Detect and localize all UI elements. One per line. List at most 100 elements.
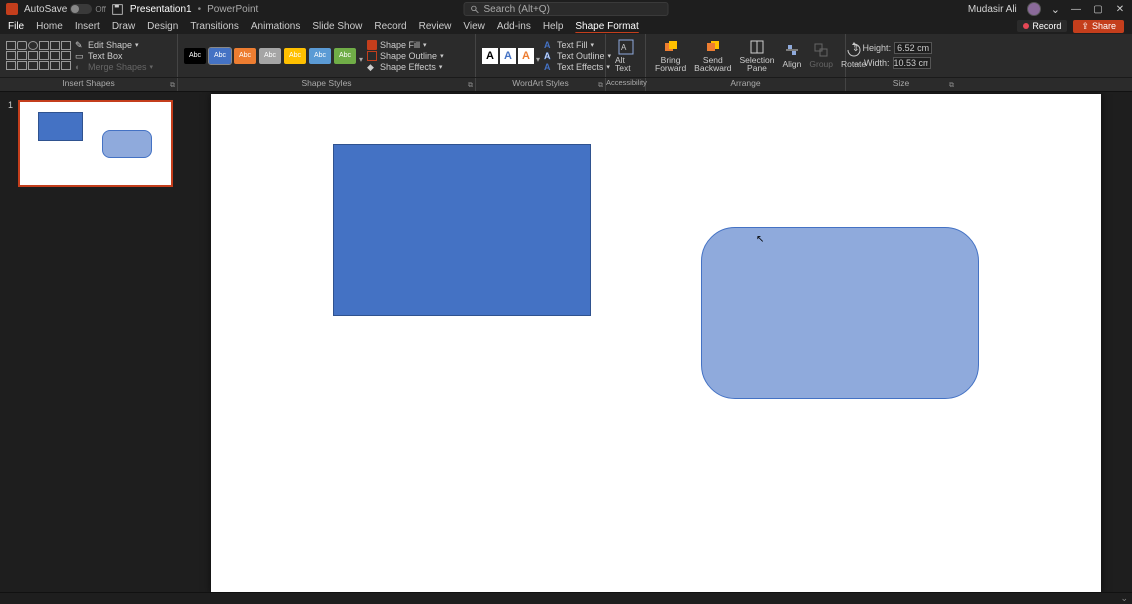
- user-name[interactable]: Mudasir Ali: [968, 4, 1017, 15]
- wordart-swatch-1[interactable]: A: [500, 48, 516, 64]
- text-outline-icon: A: [544, 51, 554, 61]
- user-avatar[interactable]: [1027, 2, 1041, 16]
- record-dot-icon: [1023, 23, 1029, 29]
- tab-animations[interactable]: Animations: [251, 21, 300, 32]
- wordart-swatch-2[interactable]: A: [518, 48, 534, 64]
- maximize-button[interactable]: ▢: [1092, 3, 1104, 15]
- group-button: Group: [806, 42, 836, 69]
- label-accessibility: Accessibility: [606, 78, 646, 91]
- text-box-icon: ▭: [75, 51, 85, 61]
- tab-record[interactable]: Record: [374, 21, 406, 32]
- style-swatch-5[interactable]: Abc: [309, 48, 331, 64]
- text-effects-icon: A: [544, 62, 554, 72]
- selection-pane-icon: [749, 39, 765, 55]
- style-swatch-2[interactable]: Abc: [234, 48, 256, 64]
- title-bar: AutoSave Off Presentation1 • PowerPoint …: [0, 0, 1132, 18]
- label-size: Size⧉: [846, 78, 956, 91]
- tab-help[interactable]: Help: [543, 21, 564, 32]
- send-backward-button[interactable]: Send Backward: [691, 39, 734, 73]
- tab-shape-format[interactable]: Shape Format: [575, 21, 638, 32]
- tab-design[interactable]: Design: [147, 21, 178, 32]
- search-icon: [471, 5, 480, 14]
- wordart-gallery[interactable]: A A A ▾: [482, 48, 540, 64]
- style-swatch-6[interactable]: Abc: [334, 48, 356, 64]
- share-button[interactable]: ⇪Share: [1073, 20, 1124, 33]
- tab-draw[interactable]: Draw: [112, 21, 135, 32]
- ribbon-tabs: File Home Insert Draw Design Transitions…: [0, 18, 1132, 34]
- tab-transitions[interactable]: Transitions: [190, 21, 239, 32]
- close-button[interactable]: ✕: [1114, 3, 1126, 15]
- style-swatch-4[interactable]: Abc: [284, 48, 306, 64]
- group-icon: [813, 42, 829, 58]
- selection-pane-button[interactable]: Selection Pane: [737, 39, 778, 73]
- toggle-switch-icon[interactable]: [70, 4, 92, 14]
- search-placeholder: Search (Alt+Q): [484, 4, 550, 15]
- tab-review[interactable]: Review: [419, 21, 452, 32]
- share-icon: ⇪: [1081, 21, 1089, 32]
- shape-effects-button[interactable]: ◆Shape Effects ▾: [367, 62, 444, 72]
- tab-view[interactable]: View: [463, 21, 485, 32]
- tab-slide-show[interactable]: Slide Show: [312, 21, 362, 32]
- outline-icon: [367, 51, 377, 61]
- text-outline-button[interactable]: AText Outline ▾: [544, 51, 611, 61]
- document-title[interactable]: Presentation1: [130, 4, 192, 15]
- text-box-button[interactable]: ▭Text Box: [75, 51, 153, 61]
- tab-addins[interactable]: Add-ins: [497, 21, 531, 32]
- alt-text-button[interactable]: A Alt Text: [612, 39, 639, 73]
- width-input[interactable]: [893, 57, 931, 69]
- dialog-launcher-icon[interactable]: ⧉: [949, 82, 954, 90]
- dialog-launcher-icon[interactable]: ⧉: [170, 82, 175, 90]
- ribbon-group-labels: Insert Shapes⧉ Shape Styles⧉ WordArt Sty…: [0, 78, 1132, 92]
- tab-file[interactable]: File: [8, 21, 24, 32]
- powerpoint-icon: [6, 3, 18, 15]
- bring-forward-icon: [663, 39, 679, 55]
- align-icon: [784, 42, 800, 58]
- minimize-button[interactable]: —: [1070, 3, 1082, 15]
- search-box[interactable]: Search (Alt+Q): [464, 2, 669, 16]
- text-effects-button[interactable]: AText Effects ▾: [544, 62, 611, 72]
- fill-icon: [367, 40, 377, 50]
- thumbnail-preview[interactable]: [18, 100, 173, 187]
- status-bar: [0, 592, 1132, 604]
- svg-text:A: A: [621, 43, 627, 52]
- slide[interactable]: ↖: [211, 94, 1101, 592]
- height-control[interactable]: ⇕ Height:: [852, 42, 932, 54]
- wordart-swatch-0[interactable]: A: [482, 48, 498, 64]
- shape-outline-button[interactable]: Shape Outline ▾: [367, 51, 444, 61]
- dialog-launcher-icon[interactable]: ⧉: [468, 82, 473, 90]
- label-wordart-styles: WordArt Styles⧉: [476, 78, 606, 91]
- shape-fill-button[interactable]: Shape Fill ▾: [367, 40, 444, 50]
- slide-canvas-area[interactable]: ↖: [180, 92, 1132, 592]
- width-control[interactable]: ⇔ Width:: [852, 57, 932, 69]
- workspace: 1 ↖: [0, 92, 1132, 592]
- collapse-ribbon-icon[interactable]: ⌄: [1120, 593, 1128, 604]
- ribbon-display-options-icon[interactable]: ⌄: [1051, 3, 1060, 16]
- edit-shape-button[interactable]: ✎Edit Shape ▾: [75, 40, 153, 50]
- style-swatch-3[interactable]: Abc: [259, 48, 281, 64]
- text-fill-button[interactable]: AText Fill ▾: [544, 40, 611, 50]
- style-swatch-1[interactable]: Abc: [209, 48, 231, 64]
- save-icon[interactable]: [112, 3, 124, 15]
- rounded-rectangle-shape[interactable]: [701, 227, 979, 399]
- shape-style-gallery[interactable]: Abc Abc Abc Abc Abc Abc Abc ▾: [184, 48, 363, 64]
- tab-home[interactable]: Home: [36, 21, 63, 32]
- style-swatch-0[interactable]: Abc: [184, 48, 206, 64]
- slide-thumbnail-1[interactable]: 1: [18, 100, 172, 187]
- label-shape-styles: Shape Styles⧉: [178, 78, 476, 91]
- group-accessibility: A Alt Text: [606, 34, 646, 77]
- label-insert-shapes: Insert Shapes⧉: [0, 78, 178, 91]
- tab-insert[interactable]: Insert: [75, 21, 100, 32]
- gallery-more-icon[interactable]: ▾: [359, 55, 363, 64]
- record-button[interactable]: Record: [1017, 20, 1067, 32]
- bring-forward-button[interactable]: Bring Forward: [652, 39, 689, 73]
- align-button[interactable]: Align: [779, 42, 804, 69]
- gallery-more-icon[interactable]: ▾: [536, 55, 540, 64]
- shapes-gallery[interactable]: [6, 41, 71, 70]
- height-icon: ⇕: [852, 43, 860, 54]
- height-input[interactable]: [894, 42, 932, 54]
- slide-thumbnail-panel[interactable]: 1: [0, 92, 180, 592]
- autosave-toggle[interactable]: AutoSave Off: [24, 4, 106, 15]
- dialog-launcher-icon[interactable]: ⧉: [598, 82, 603, 90]
- rectangle-shape[interactable]: [333, 144, 591, 316]
- mouse-cursor-icon: ↖: [756, 234, 764, 245]
